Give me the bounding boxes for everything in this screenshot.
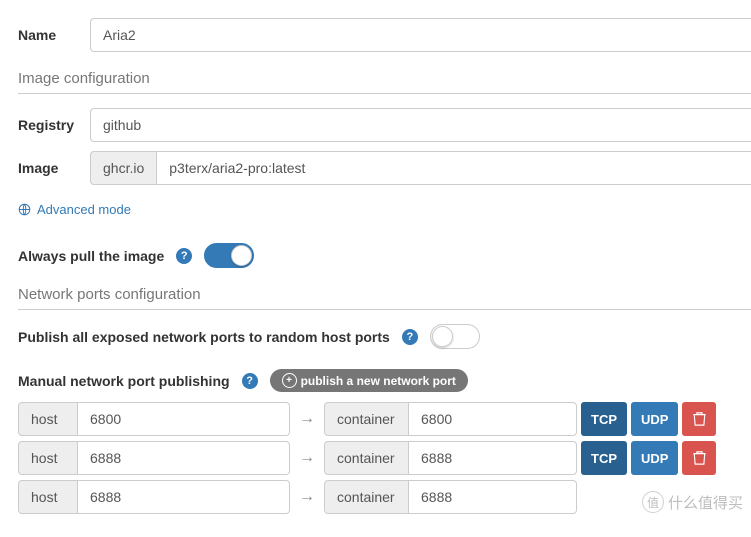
advanced-mode-label: Advanced mode bbox=[37, 202, 131, 217]
help-icon[interactable]: ? bbox=[176, 248, 192, 264]
arrow-icon: → bbox=[290, 402, 324, 436]
registry-input[interactable] bbox=[90, 108, 751, 142]
toggle-knob bbox=[231, 245, 252, 266]
tcp-button[interactable]: TCP bbox=[581, 402, 627, 436]
help-icon[interactable]: ? bbox=[402, 329, 418, 345]
network-config-heading: Network ports configuration bbox=[18, 286, 751, 310]
container-port-input[interactable] bbox=[409, 441, 577, 475]
publish-random-toggle[interactable] bbox=[430, 324, 480, 349]
container-addon: container bbox=[324, 402, 409, 436]
arrow-icon: → bbox=[290, 480, 324, 514]
registry-label: Registry bbox=[18, 117, 90, 133]
delete-port-button[interactable] bbox=[682, 441, 716, 475]
tcp-button[interactable]: TCP bbox=[581, 441, 627, 475]
name-input[interactable] bbox=[90, 18, 751, 52]
arrow-icon: → bbox=[290, 441, 324, 475]
delete-port-button[interactable] bbox=[682, 402, 716, 436]
udp-button[interactable]: UDP bbox=[631, 441, 678, 475]
always-pull-label: Always pull the image bbox=[18, 248, 164, 264]
image-prefix-addon: ghcr.io bbox=[90, 151, 156, 185]
host-addon: host bbox=[18, 441, 78, 475]
port-row: host →container bbox=[18, 480, 751, 514]
host-port-input[interactable] bbox=[78, 441, 290, 475]
udp-button[interactable]: UDP bbox=[631, 402, 678, 436]
publish-random-label: Publish all exposed network ports to ran… bbox=[18, 329, 390, 345]
container-addon: container bbox=[324, 480, 409, 514]
name-label: Name bbox=[18, 27, 90, 43]
image-config-heading: Image configuration bbox=[18, 70, 751, 94]
image-label: Image bbox=[18, 160, 90, 176]
host-addon: host bbox=[18, 480, 78, 514]
port-row: host →container TCPUDP bbox=[18, 402, 751, 436]
advanced-mode-link[interactable]: Advanced mode bbox=[18, 202, 131, 217]
container-port-input[interactable] bbox=[409, 480, 577, 514]
port-row: host →container TCPUDP bbox=[18, 441, 751, 475]
publish-port-button[interactable]: publish a new network port bbox=[270, 369, 468, 392]
container-port-input[interactable] bbox=[409, 402, 577, 436]
always-pull-toggle[interactable] bbox=[204, 243, 254, 268]
toggle-knob bbox=[432, 326, 453, 347]
host-port-input[interactable] bbox=[78, 402, 290, 436]
host-addon: host bbox=[18, 402, 78, 436]
host-port-input[interactable] bbox=[78, 480, 290, 514]
help-icon[interactable]: ? bbox=[242, 373, 258, 389]
globe-icon bbox=[18, 203, 31, 216]
container-addon: container bbox=[324, 441, 409, 475]
manual-ports-label: Manual network port publishing bbox=[18, 373, 230, 389]
image-input[interactable] bbox=[156, 151, 751, 185]
